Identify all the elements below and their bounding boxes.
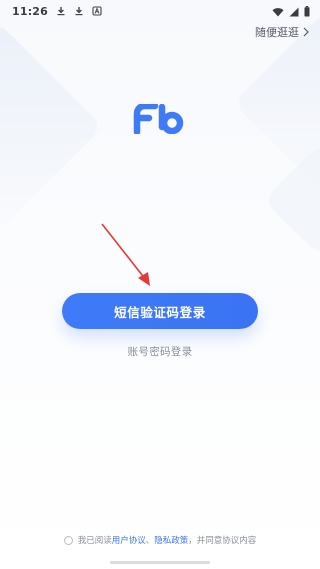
agreement-suffix: ，并同意协议内容 — [188, 536, 257, 546]
login-screen: 11:26 随便逛逛 短信验证码登录 账号密码登录 我已阅读 用户协议 、 隐私… — [0, 0, 320, 569]
status-bar-right — [272, 2, 310, 21]
annotation-arrow — [101, 223, 150, 286]
download-icon — [56, 6, 66, 16]
home-indicator — [110, 561, 210, 564]
user-agreement-link[interactable]: 用户协议 — [112, 534, 146, 546]
browse-around-label: 随便逛逛 — [255, 26, 299, 39]
chevron-right-icon — [302, 27, 310, 37]
app-notification-icon — [92, 6, 102, 16]
status-time: 11:26 — [12, 4, 49, 18]
status-bar: 11:26 — [0, 0, 320, 22]
browse-around-button[interactable]: 随便逛逛 — [255, 24, 310, 40]
password-login-link[interactable]: 账号密码登录 — [0, 344, 320, 359]
wifi-icon — [272, 2, 284, 21]
signal-icon — [289, 2, 299, 21]
agreement-row: 我已阅读 用户协议 、 隐私政策 ，并同意协议内容 — [0, 534, 320, 546]
agreement-separator: 、 — [145, 536, 155, 546]
download-icon — [74, 6, 84, 16]
sms-login-button[interactable]: 短信验证码登录 — [62, 293, 258, 329]
agreement-prefix: 我已阅读 — [77, 536, 112, 546]
status-bar-left: 11:26 — [12, 5, 102, 18]
app-logo — [133, 102, 187, 136]
privacy-policy-link[interactable]: 隐私政策 — [154, 534, 188, 546]
agreement-checkbox[interactable] — [63, 535, 73, 545]
battery-icon — [304, 2, 310, 21]
background-decoration — [0, 20, 104, 234]
